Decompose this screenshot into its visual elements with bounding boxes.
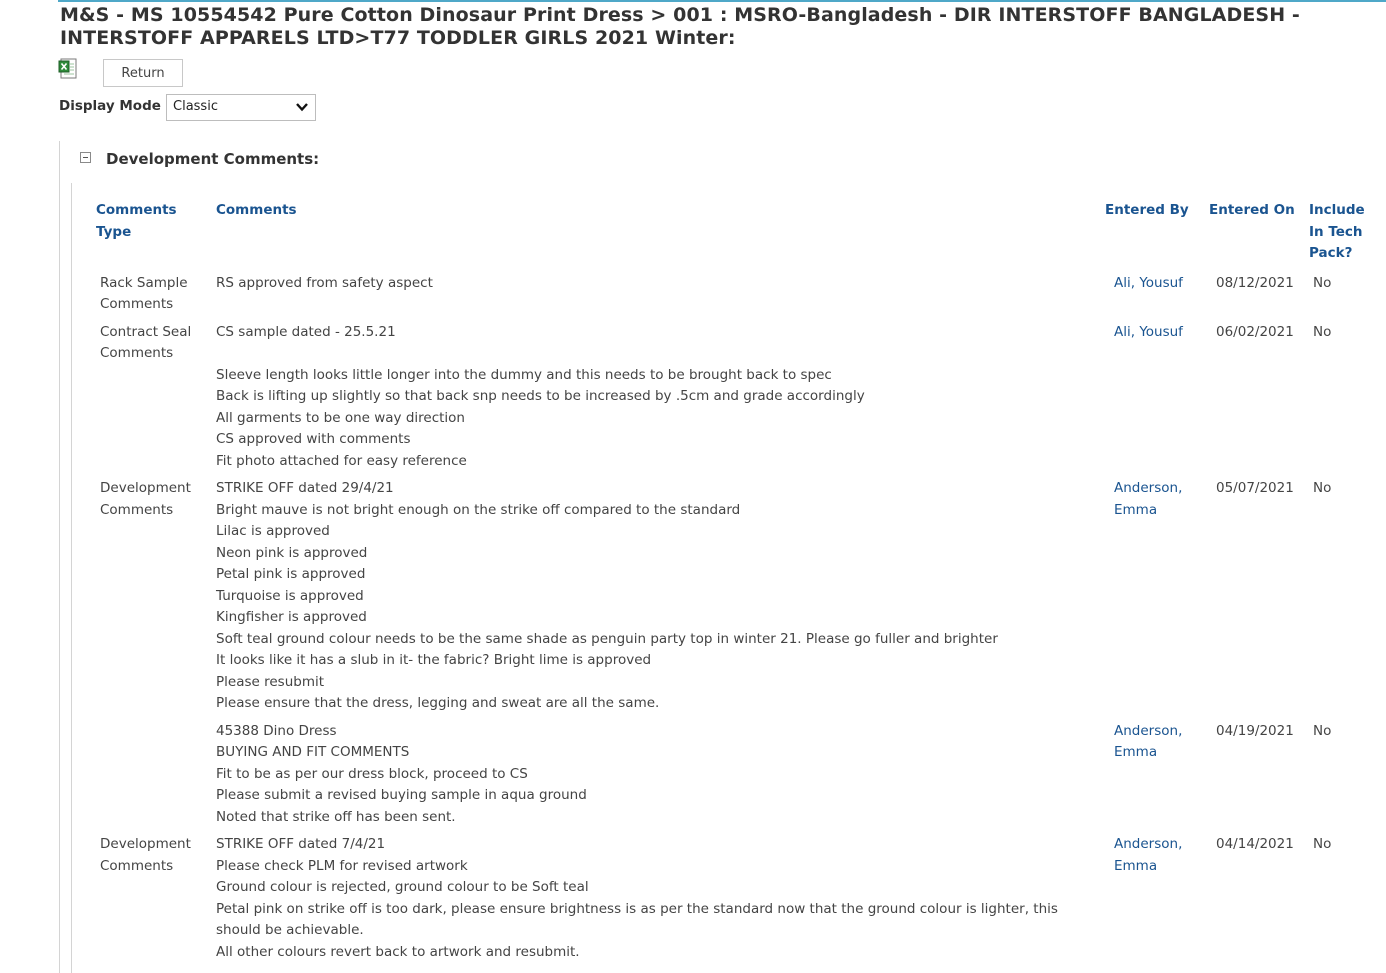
table-header-row: Comments Type Comments Entered By Entere…: [90, 200, 1380, 269]
include-tech-pack-cell: No: [1313, 480, 1332, 496]
entered-by-cell: Anderson, Emma: [1114, 480, 1187, 518]
display-mode-value: Classic: [173, 99, 218, 114]
column-header-include[interactable]: Include In Tech Pack?: [1303, 200, 1380, 269]
entered-by-cell: Ali, Yousuf: [1114, 274, 1183, 291]
table-row: Development Comments STRIKE OFF dated 7/…: [90, 830, 1380, 965]
entered-on-cell: 05/07/2021: [1216, 480, 1294, 496]
comment-text-cell: STRIKE OFF dated 29/4/21 Bright mauve is…: [216, 480, 998, 711]
entered-on-cell: 04/14/2021: [1216, 836, 1294, 852]
column-header-entered-on[interactable]: Entered On: [1203, 200, 1303, 269]
include-tech-pack-cell: No: [1313, 836, 1332, 852]
entered-by-cell: Ali, Yousuf: [1114, 323, 1183, 340]
table-row: 45388 Dino Dress BUYING AND FIT COMMENTS…: [90, 717, 1380, 831]
comment-text-cell: CS sample dated - 25.5.21 Sleeve length …: [216, 323, 865, 469]
entered-on-cell: 06/02/2021: [1216, 323, 1294, 340]
section-title: Development Comments:: [106, 150, 320, 168]
table-row: Contract Seal Comments CS sample dated -…: [90, 318, 1380, 475]
column-header-type[interactable]: Comments Type: [90, 200, 210, 269]
comment-type-cell: Development Comments: [100, 480, 196, 518]
comment-type-cell: Contract Seal Comments: [100, 323, 196, 362]
comment-type-cell: [90, 717, 210, 831]
comment-type-cell: Rack Sample Comments: [100, 274, 192, 313]
column-header-comments[interactable]: Comments: [210, 200, 1099, 269]
entered-by-cell: Anderson, Emma: [1114, 722, 1187, 761]
column-header-entered-by[interactable]: Entered By: [1099, 200, 1203, 269]
table-row: Development Comments STRIKE OFF dated 29…: [90, 474, 1380, 717]
include-tech-pack-cell: No: [1313, 323, 1332, 340]
section-border: [59, 141, 60, 973]
entered-on-cell: 04/19/2021: [1216, 722, 1294, 739]
include-tech-pack-cell: No: [1313, 274, 1332, 291]
entered-by-cell: Anderson, Emma: [1114, 836, 1187, 874]
comment-text-cell: RS approved from safety aspect: [216, 274, 433, 291]
excel-icon[interactable]: [58, 57, 82, 81]
return-button[interactable]: Return: [103, 59, 183, 87]
entered-on-cell: 08/12/2021: [1216, 274, 1294, 291]
comments-table: Comments Type Comments Entered By Entere…: [90, 200, 1380, 965]
section-inner-border: [71, 183, 72, 973]
header-rule: [58, 0, 1386, 2]
table-row: Rack Sample Comments RS approved from sa…: [90, 269, 1380, 318]
chevron-down-icon: [295, 101, 309, 113]
comment-type-cell: Development Comments: [100, 836, 196, 874]
comment-text-cell: 45388 Dino Dress BUYING AND FIT COMMENTS…: [216, 722, 587, 825]
page-title: M&S - MS 10554542 Pure Cotton Dinosaur P…: [60, 4, 1300, 49]
display-mode-label: Display Mode: [59, 98, 161, 114]
display-mode-select[interactable]: Classic: [166, 94, 316, 121]
comment-text-cell: STRIKE OFF dated 7/4/21 Please check PLM…: [216, 836, 1058, 960]
include-tech-pack-cell: No: [1313, 722, 1332, 739]
collapse-icon[interactable]: [80, 152, 91, 163]
